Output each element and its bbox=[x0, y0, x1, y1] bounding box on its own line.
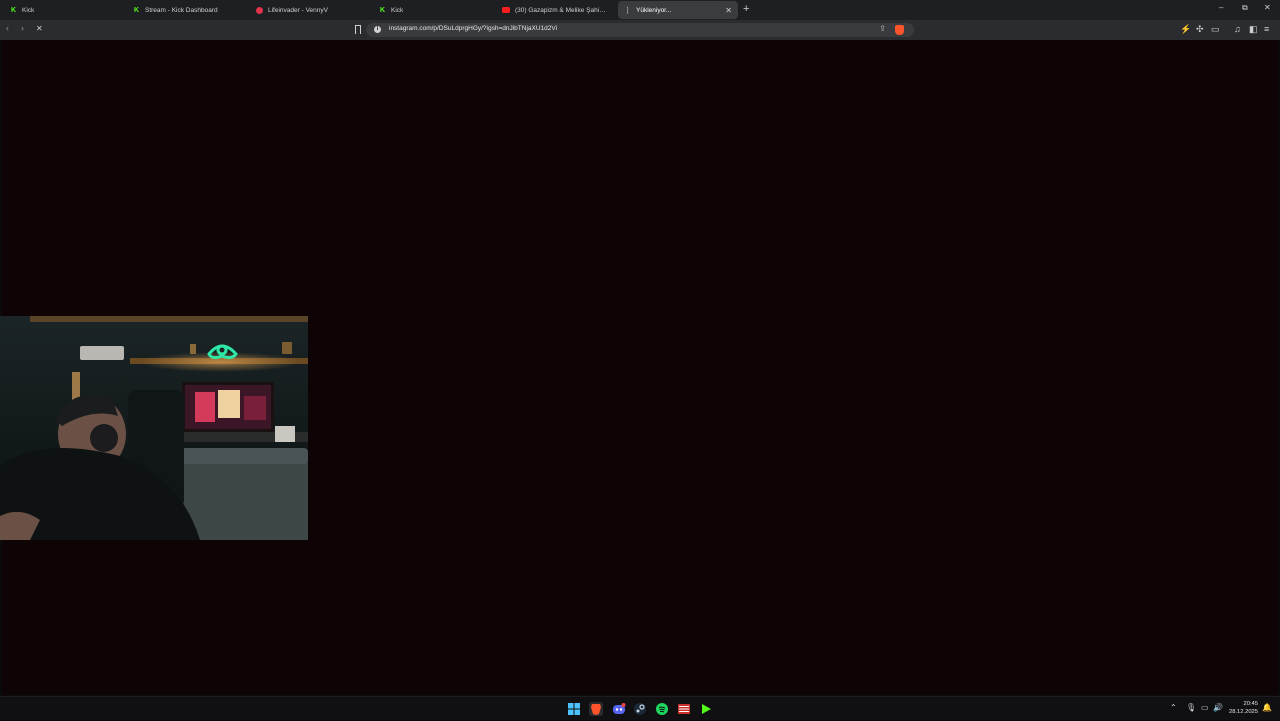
site-info-icon[interactable]: i bbox=[374, 26, 381, 33]
tab-label: Stream - Kick Dashboard bbox=[145, 6, 218, 14]
sidebar-toggle-icon[interactable]: ◧ bbox=[1249, 24, 1258, 35]
chevron-up-icon[interactable]: ⌃ bbox=[1170, 703, 1177, 712]
tab-lifeinvader[interactable]: Lifeinvader - VennyV bbox=[250, 1, 372, 19]
tab-label: (30) Gazapizm & Melike Şahin - Olu bbox=[515, 6, 608, 14]
tab-label: Kick bbox=[22, 6, 35, 14]
tab-label: Kick bbox=[391, 6, 404, 14]
os-taskbar: ⌃ 🎙 ▭ 🔊 20:45 28.12.2025 🔔 bbox=[0, 696, 1280, 720]
bookmark-icon[interactable] bbox=[355, 25, 361, 34]
kick-studio-icon[interactable] bbox=[699, 702, 713, 716]
extensions-puzzle-icon[interactable]: ✣ bbox=[1196, 24, 1204, 35]
volume-icon[interactable]: 🔊 bbox=[1213, 703, 1223, 712]
stop-loading-button[interactable]: ✕ bbox=[36, 24, 43, 33]
tab-label: Lifeinvader - VennyV bbox=[268, 6, 328, 14]
tab-label: Yükleniyor... bbox=[636, 6, 672, 14]
lifeinvader-icon bbox=[256, 6, 263, 14]
tab-kick-2[interactable]: K Kick bbox=[373, 1, 495, 19]
share-icon[interactable]: ⇪ bbox=[879, 24, 886, 33]
minimize-button[interactable]: – bbox=[1219, 3, 1223, 12]
tab-kick-1[interactable]: K Kick bbox=[4, 1, 126, 19]
address-bar[interactable]: i instagram.com/p/DSuLdprgHGy/?igsh=dnJi… bbox=[366, 23, 914, 37]
notification-icon[interactable]: 🔔 bbox=[1262, 703, 1272, 712]
brave-shields-icon[interactable] bbox=[895, 25, 904, 35]
menu-icon[interactable]: ≡ bbox=[1264, 24, 1269, 34]
brave-icon[interactable] bbox=[589, 702, 603, 716]
youtube-icon bbox=[502, 7, 510, 13]
close-window-button[interactable]: ✕ bbox=[1264, 3, 1271, 12]
back-button[interactable]: ‹ bbox=[6, 23, 9, 33]
webcam-overlay bbox=[0, 316, 308, 540]
tab-kick-dashboard[interactable]: K Stream - Kick Dashboard bbox=[127, 1, 249, 19]
system-clock[interactable]: 20:45 28.12.2025 bbox=[1229, 700, 1258, 716]
obs-icon[interactable] bbox=[677, 702, 691, 716]
discord-icon[interactable] bbox=[612, 702, 626, 716]
tab-loading[interactable]: ❳ Yükleniyor... ✕ bbox=[618, 1, 738, 19]
media-control-icon[interactable]: ♫ bbox=[1234, 24, 1241, 34]
extension-icon[interactable]: ⚡ bbox=[1180, 24, 1191, 35]
restore-button[interactable]: ⧉ bbox=[1242, 3, 1248, 13]
webcam-feed bbox=[0, 316, 308, 540]
forward-button[interactable]: › bbox=[21, 23, 24, 33]
loading-icon: ❳ bbox=[624, 7, 631, 14]
tab-strip: K Kick K Stream - Kick Dashboard Lifeinv… bbox=[0, 0, 1280, 20]
browser-toolbar: ‹ › ✕ i instagram.com/p/DSuLdprgHGy/?igs… bbox=[0, 20, 1280, 40]
close-tab-icon[interactable]: ✕ bbox=[725, 6, 732, 15]
wallet-icon[interactable]: ▭ bbox=[1211, 24, 1220, 35]
new-tab-button[interactable]: + bbox=[743, 3, 749, 15]
tab-youtube[interactable]: (30) Gazapizm & Melike Şahin - Olu bbox=[496, 1, 614, 19]
kick-icon: K bbox=[10, 6, 17, 14]
clock-date: 28.12.2025 bbox=[1228, 709, 1258, 715]
microphone-icon[interactable]: 🎙 bbox=[1186, 703, 1196, 712]
steam-icon[interactable] bbox=[633, 702, 647, 716]
kick-icon: K bbox=[379, 6, 386, 14]
clock-time: 20:45 bbox=[1243, 701, 1258, 707]
network-icon[interactable]: ▭ bbox=[1201, 703, 1209, 712]
kick-icon: K bbox=[133, 6, 140, 14]
windows-start-icon[interactable] bbox=[567, 702, 581, 716]
url-text: instagram.com/p/DSuLdprgHGy/?igsh=dnJibT… bbox=[389, 25, 558, 32]
spotify-icon[interactable] bbox=[655, 702, 669, 716]
